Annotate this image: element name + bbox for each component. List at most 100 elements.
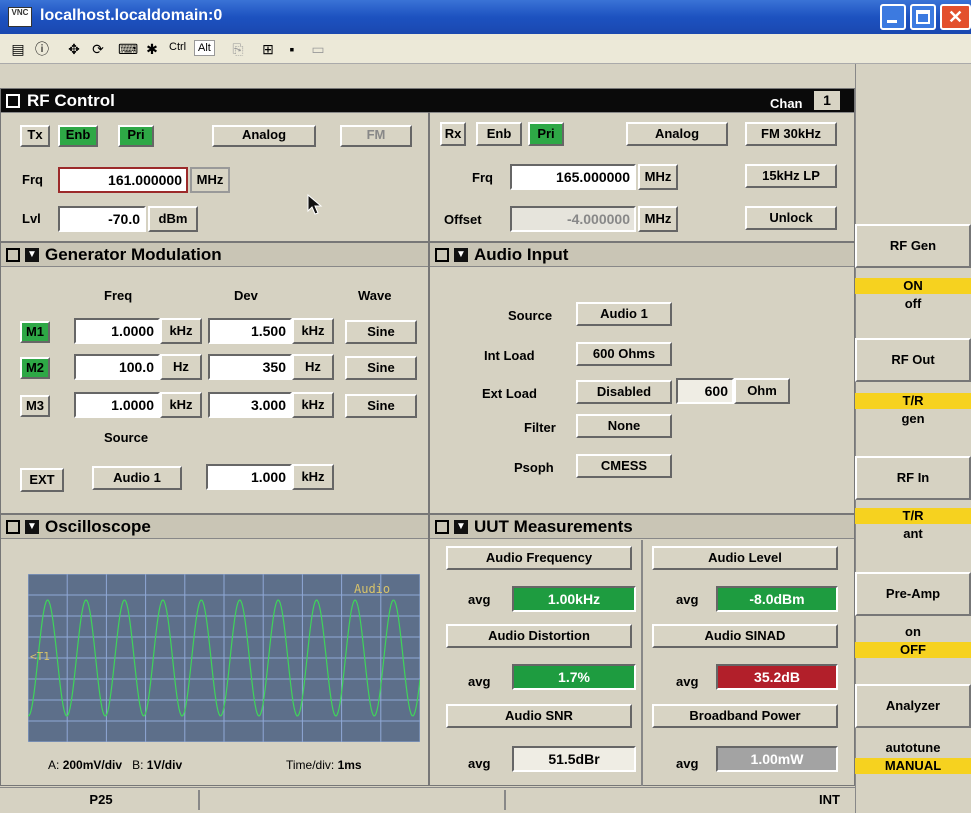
copy-icon[interactable]: ⎘ (228, 39, 248, 59)
tx-analog-button[interactable]: Analog (212, 125, 316, 147)
ext-load-input[interactable]: 600 (676, 378, 734, 404)
m3-freq-unit[interactable]: kHz (160, 392, 202, 418)
options-icon[interactable]: ▤ (8, 39, 28, 59)
gen-source-freq-input[interactable]: 1.000 (206, 464, 292, 490)
m3-dev-unit[interactable]: kHz (292, 392, 334, 418)
m2-freq-unit[interactable]: Hz (160, 354, 202, 380)
rf-in-tr-option[interactable]: T/R (855, 508, 971, 524)
analyzer-autotune-option[interactable]: autotune (855, 740, 971, 756)
dropdown-triangle-icon[interactable]: ▼ (454, 248, 468, 262)
m2-dev-unit[interactable]: Hz (292, 354, 334, 380)
refresh-icon[interactable]: ⟳ (88, 39, 108, 59)
chan-value[interactable]: 1 (814, 91, 840, 110)
gen-source-freq-unit[interactable]: kHz (292, 464, 334, 490)
m2-wave-button[interactable]: Sine (345, 356, 417, 380)
ext-load-button[interactable]: Disabled (576, 380, 672, 404)
analyzer-manual-option[interactable]: MANUAL (855, 758, 971, 774)
ctrl-key[interactable]: Ctrl (166, 40, 189, 54)
collapse-icon[interactable] (435, 520, 449, 534)
audio-frequency-button[interactable]: Audio Frequency (446, 546, 632, 570)
m3-button[interactable]: M3 (20, 395, 50, 417)
audio-source-button[interactable]: Audio 1 (576, 302, 672, 326)
audio-snr-button[interactable]: Audio SNR (446, 704, 632, 728)
analyzer-button[interactable]: Analyzer (855, 684, 971, 728)
oscilloscope-display[interactable] (28, 574, 420, 742)
rx-frq-unit[interactable]: MHz (638, 164, 678, 190)
uut-title: UUT Measurements (474, 517, 633, 536)
tx-frq-unit[interactable]: MHz (190, 167, 230, 193)
tx-lvl-unit[interactable]: dBm (148, 206, 198, 232)
rf-out-gen-option[interactable]: gen (855, 411, 971, 427)
tx-frequency-input[interactable]: 161.000000 (58, 167, 188, 193)
tx-enb-button[interactable]: Enb (58, 125, 98, 147)
rx-analog-button[interactable]: Analog (626, 122, 728, 146)
dropdown-triangle-icon[interactable]: ▼ (25, 248, 39, 262)
ext-button[interactable]: EXT (20, 468, 64, 492)
tx-button[interactable]: Tx (20, 125, 50, 147)
broadband-power-button[interactable]: Broadband Power (652, 704, 838, 728)
audio-level-value: -8.0dBm (716, 586, 838, 612)
m3-dev-input[interactable]: 3.000 (208, 392, 292, 418)
tx-pri-button[interactable]: Pri (118, 125, 154, 147)
rx-lp-button[interactable]: 15kHz LP (745, 164, 837, 188)
int-load-button[interactable]: 600 Ohms (576, 342, 672, 366)
dropdown-triangle-icon[interactable]: ▼ (25, 520, 39, 534)
minimize-button[interactable] (880, 4, 906, 30)
m1-dev-unit[interactable]: kHz (292, 318, 334, 344)
rf-in-ant-option[interactable]: ant (855, 526, 971, 542)
ext-load-unit[interactable]: Ohm (734, 378, 790, 404)
m1-wave-button[interactable]: Sine (345, 320, 417, 344)
m2-freq-input[interactable]: 100.0 (74, 354, 160, 380)
pre-amp-on-option[interactable]: on (855, 624, 971, 640)
collapse-icon[interactable] (435, 248, 449, 262)
gen-source-button[interactable]: Audio 1 (92, 466, 182, 490)
audio-level-button[interactable]: Audio Level (652, 546, 838, 570)
ctrl-alt-del-icon[interactable]: ⌨ (118, 39, 138, 59)
close-button[interactable]: ✕ (940, 4, 971, 30)
rx-offset-input[interactable]: -4.000000 (510, 206, 636, 232)
rx-pri-button[interactable]: Pri (528, 122, 564, 146)
tx-level-input[interactable]: -70.0 (58, 206, 146, 232)
psoph-button[interactable]: CMESS (576, 454, 672, 478)
rx-offset-unit[interactable]: MHz (638, 206, 678, 232)
rx-unlock-button[interactable]: Unlock (745, 206, 837, 230)
rx-enb-button[interactable]: Enb (476, 122, 522, 146)
rx-button[interactable]: Rx (440, 122, 466, 146)
rf-in-button[interactable]: RF In (855, 456, 971, 500)
rf-gen-button[interactable]: RF Gen (855, 224, 971, 268)
tx-fm-button[interactable]: FM (340, 125, 412, 147)
rf-out-button[interactable]: RF Out (855, 338, 971, 382)
m1-freq-unit[interactable]: kHz (160, 318, 202, 344)
disconnect-icon[interactable]: ▭ (308, 39, 328, 59)
audio-distortion-button[interactable]: Audio Distortion (446, 624, 632, 648)
pre-amp-off-option[interactable]: OFF (855, 642, 971, 658)
avg-label: avg (676, 756, 699, 771)
rf-gen-on-option[interactable]: ON (855, 278, 971, 294)
info-icon[interactable]: ⓘ (32, 39, 52, 59)
m2-dev-input[interactable]: 350 (208, 354, 292, 380)
rf-gen-off-option[interactable]: off (855, 296, 971, 312)
m1-button[interactable]: M1 (20, 321, 50, 343)
maximize-button[interactable] (910, 4, 936, 30)
collapse-icon[interactable] (6, 94, 20, 108)
rf-out-tr-option[interactable]: T/R (855, 393, 971, 409)
clipboard-icon[interactable]: ⊞ (258, 39, 278, 59)
dropdown-triangle-icon[interactable]: ▼ (454, 520, 468, 534)
alt-key[interactable]: Alt (194, 40, 215, 56)
pre-amp-button[interactable]: Pre-Amp (855, 572, 971, 616)
m2-button[interactable]: M2 (20, 357, 50, 379)
audio-sinad-button[interactable]: Audio SINAD (652, 624, 838, 648)
send-keys-icon[interactable]: ✱ (142, 39, 162, 59)
rx-frequency-input[interactable]: 165.000000 (510, 164, 636, 190)
save-icon[interactable]: ▪ (282, 39, 302, 59)
m1-dev-input[interactable]: 1.500 (208, 318, 292, 344)
m3-freq-input[interactable]: 1.0000 (74, 392, 160, 418)
collapse-icon[interactable] (6, 520, 20, 534)
m1-freq-input[interactable]: 1.0000 (74, 318, 160, 344)
rx-fm-button[interactable]: FM 30kHz (745, 122, 837, 146)
fullscreen-icon[interactable]: ✥ (64, 39, 84, 59)
filter-button[interactable]: None (576, 414, 672, 438)
audio-distortion-value: 1.7% (512, 664, 636, 690)
m3-wave-button[interactable]: Sine (345, 394, 417, 418)
collapse-icon[interactable] (6, 248, 20, 262)
